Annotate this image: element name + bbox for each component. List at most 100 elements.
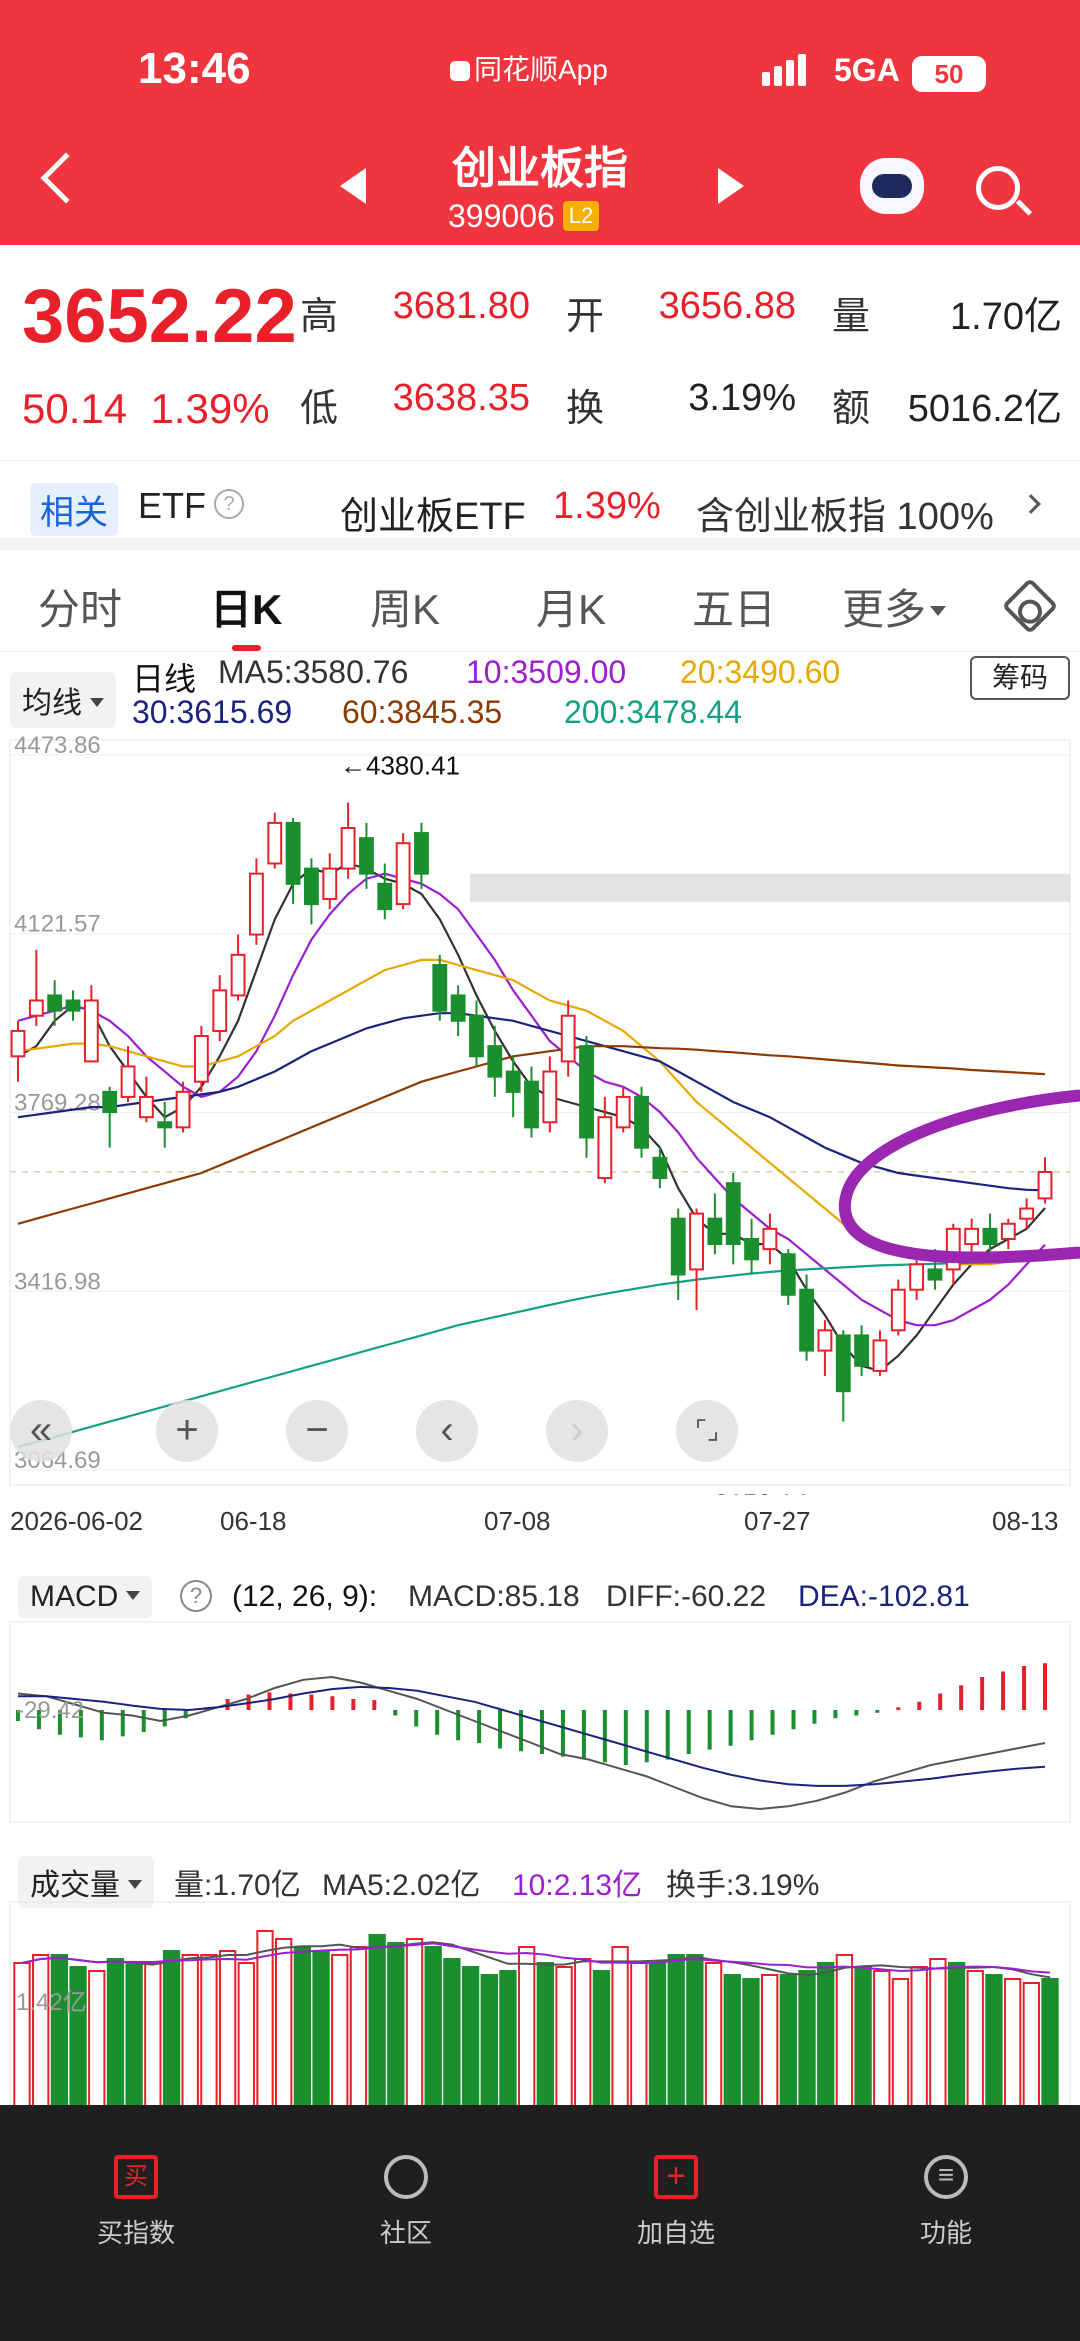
volume-bar-up <box>256 1930 274 2116</box>
candle-down <box>579 1045 594 1139</box>
battery-icon: 50 <box>912 56 986 92</box>
info-icon[interactable]: ? <box>214 489 244 519</box>
related-etf-row[interactable]: 相关 ETF ? 创业板ETF 1.39% 含创业板指 100% <box>0 460 1080 550</box>
low-value: 3638.35 <box>392 377 530 419</box>
macd-params: (12, 26, 9): <box>232 1580 378 1613</box>
stock-code-row: 399006 L2 <box>448 198 600 235</box>
chip-distribution-button[interactable]: 筹码 <box>970 656 1070 700</box>
volume-bar-up <box>349 1946 368 2116</box>
candle-up <box>560 1014 576 1063</box>
candle-down <box>634 1095 649 1149</box>
candle-up <box>322 867 338 901</box>
stock-code: 399006 <box>448 198 555 234</box>
tab-intraday[interactable]: 分时 <box>38 576 122 637</box>
volume-bar-down <box>162 1950 181 2116</box>
nav-add-watchlist[interactable]: + 加自选 <box>596 2155 756 2250</box>
volume-bar-up <box>1022 1982 1040 2116</box>
fullscreen-icon[interactable]: ⌜⌟ <box>676 1400 738 1462</box>
tab-five-day[interactable]: 五日 <box>692 576 776 637</box>
volume-bar-up <box>13 1962 31 2116</box>
related-tag: 相关 <box>30 483 118 536</box>
chevron-right-icon[interactable] <box>1021 494 1041 514</box>
nav-buy-index[interactable]: 买 买指数 <box>56 2155 216 2250</box>
zoom-out-icon[interactable]: − <box>286 1400 348 1462</box>
scroll-left-icon[interactable]: ‹ <box>416 1400 478 1462</box>
dea-value: DEA:-102.81 <box>798 1580 970 1613</box>
volume-ma10: 10:2.13亿 <box>512 1869 643 1902</box>
volume-header: 成交量 量:1.70亿 MA5:2.02亿 10:2.13亿 换手:3.19% <box>0 1850 1080 1908</box>
tab-monthly-k[interactable]: 月K <box>536 576 606 637</box>
volume-bar-up <box>704 1962 723 2116</box>
change-percent: 1.39% <box>150 385 270 432</box>
amount-value: 5016.2亿 <box>907 388 1062 430</box>
help-icon[interactable]: ? <box>180 1580 212 1612</box>
candle-up <box>175 1090 191 1129</box>
status-time: 13:46 <box>138 44 251 93</box>
diff-value: DIFF:-60.22 <box>606 1580 767 1613</box>
y-tick-label: 4473.86 <box>14 735 101 759</box>
scroll-right-icon[interactable]: › <box>546 1400 608 1462</box>
volume-bar-down <box>50 1954 69 2116</box>
change-value: 50.14 <box>22 385 128 432</box>
add-icon: + <box>654 2155 698 2199</box>
tab-daily-k[interactable]: 日K <box>210 576 282 651</box>
macd-select[interactable]: MACD <box>18 1576 153 1618</box>
volume-bar-up <box>275 1938 293 2116</box>
volume-axis-label: 1.42亿 <box>16 1989 87 2016</box>
macd-axis-label: -29.42 <box>16 1697 84 1724</box>
zoom-in-icon[interactable]: + <box>156 1400 218 1462</box>
volume-bar-down <box>686 1954 704 2116</box>
candle-up <box>193 1035 209 1083</box>
candle-up <box>890 1288 906 1332</box>
candle-up <box>945 1227 961 1271</box>
volume-bar-up <box>929 1958 947 2116</box>
ma10-value: 10:3509.00 <box>466 654 627 690</box>
high-label: 高 <box>300 296 339 338</box>
candle-up <box>230 953 246 997</box>
date-axis: 2026-06-02 06-18 07-08 07-27 08-13 <box>0 1500 1080 1540</box>
volume-bar-up <box>891 1978 910 2116</box>
y-tick-label: 4121.57 <box>14 911 101 938</box>
candle-down <box>744 1237 759 1261</box>
candle-down <box>285 821 301 885</box>
date-label: 07-27 <box>744 1506 811 1536</box>
nav-functions[interactable]: ≡ 功能 <box>866 2155 1026 2250</box>
nav-community[interactable]: 社区 <box>326 2155 486 2250</box>
candle-down <box>854 1334 870 1367</box>
kline-chart[interactable]: 4473.864121.573769.283416.983064.69←4380… <box>0 735 1080 1495</box>
ma5-value: MA5:3580.76 <box>218 654 409 690</box>
candle-up <box>138 1095 154 1119</box>
ai-assistant-icon[interactable] <box>860 158 924 214</box>
bottom-nav: 买 买指数 社区 + 加自选 ≡ 功能 <box>0 2105 1080 2341</box>
candle-down <box>780 1253 796 1296</box>
volume-bar-down <box>667 1954 685 2116</box>
price-change: 50.14 1.39% <box>22 385 270 433</box>
candle-up <box>1019 1207 1035 1220</box>
indicator-select-label: 均线 <box>22 687 82 720</box>
indicator-select[interactable]: 均线 <box>10 672 116 728</box>
candle-up <box>1000 1222 1016 1240</box>
volume-bar-down <box>817 1962 835 2116</box>
candle-down <box>927 1268 943 1281</box>
volume-bar-down <box>461 1966 480 2116</box>
next-stock-button[interactable] <box>718 168 744 204</box>
candle-up <box>120 1065 136 1098</box>
collapse-icon[interactable]: « <box>10 1400 72 1462</box>
star-badge-icon <box>384 2155 428 2199</box>
date-label: 07-08 <box>484 1506 551 1536</box>
tab-more[interactable]: 更多 <box>842 576 947 637</box>
ma30-value: 30:3615.69 <box>132 694 293 730</box>
turnover-value: 3.19% <box>688 377 796 419</box>
candle-down <box>432 963 448 1012</box>
candle-down <box>487 1045 503 1078</box>
volume-bar-down <box>1041 1978 1059 2116</box>
etf-change: 1.39% <box>553 485 661 527</box>
diff-line <box>17 1675 1046 1811</box>
volume-bar-up <box>32 1954 50 2116</box>
volume-bar-down <box>854 1966 872 2116</box>
candle-up <box>817 1329 833 1352</box>
tab-weekly-k[interactable]: 周K <box>370 576 440 637</box>
search-icon[interactable] <box>976 166 1020 210</box>
volume-bar-down <box>424 1946 442 2116</box>
l2-badge: L2 <box>562 201 600 231</box>
